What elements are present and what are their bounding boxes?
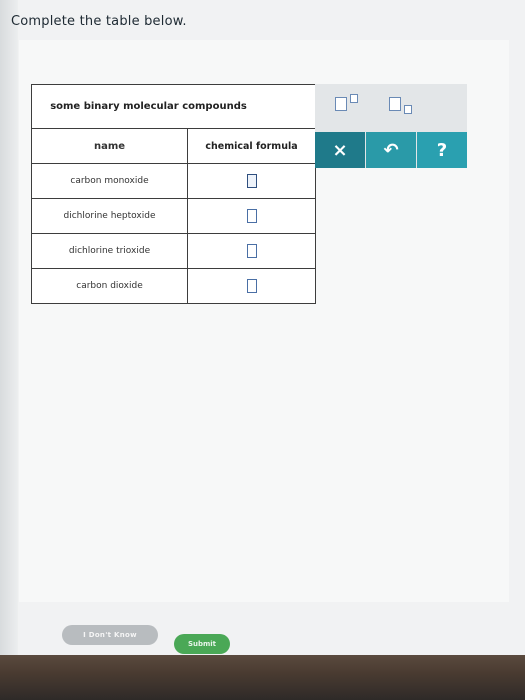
formula-toolbar: × ↶ ? xyxy=(315,84,467,168)
formula-input[interactable] xyxy=(246,174,257,188)
header-formula: chemical formula xyxy=(205,140,298,152)
compounds-table: some binary molecular compounds name che… xyxy=(31,84,316,304)
formula-input[interactable] xyxy=(246,209,257,223)
row-name: dichlorine trioxide xyxy=(32,234,188,268)
work-area: some binary molecular compounds name che… xyxy=(19,40,509,602)
formula-input[interactable] xyxy=(246,279,257,293)
submit-button[interactable]: Submit xyxy=(174,634,230,654)
table-header-row: name chemical formula xyxy=(32,129,315,164)
superscript-button[interactable] xyxy=(321,90,361,118)
help-button[interactable]: ? xyxy=(416,132,467,168)
table-row: dichlorine heptoxide xyxy=(32,199,315,234)
table-row: carbon monoxide xyxy=(32,164,315,199)
clear-button[interactable]: × xyxy=(315,132,365,168)
formula-cell xyxy=(188,234,315,268)
formula-input[interactable] xyxy=(246,244,257,258)
row-name: carbon dioxide xyxy=(32,269,188,303)
header-name: name xyxy=(32,129,188,163)
prompt-text: Complete the table below. xyxy=(11,14,187,29)
undo-button[interactable]: ↶ xyxy=(365,132,416,168)
row-name: dichlorine heptoxide xyxy=(32,199,188,233)
left-edge xyxy=(0,0,18,655)
superscript-box-icon xyxy=(335,94,358,111)
formula-cell xyxy=(188,164,315,198)
formula-cell xyxy=(188,199,315,233)
formula-cell xyxy=(188,269,315,303)
table-title: some binary molecular compounds xyxy=(32,85,315,129)
toolbar-actions: × ↶ ? xyxy=(315,132,467,168)
table-row: carbon dioxide xyxy=(32,269,315,303)
subscript-box-icon xyxy=(389,97,412,114)
row-name: carbon monoxide xyxy=(32,164,188,198)
dont-know-button[interactable]: I Don't Know xyxy=(62,625,158,645)
table-row: dichlorine trioxide xyxy=(32,234,315,269)
monitor-bezel xyxy=(0,655,525,700)
subscript-button[interactable] xyxy=(375,90,415,118)
screen: Complete the table below. some binary mo… xyxy=(0,0,525,655)
